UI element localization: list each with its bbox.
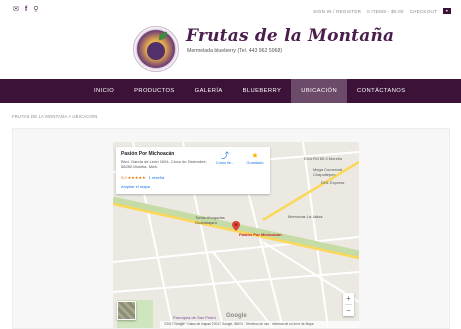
save-label: Guardado: [246, 161, 264, 165]
star-icon: ★: [251, 151, 259, 160]
zoom-controls: + −: [343, 293, 354, 316]
map-label-dhl: DHL Express: [321, 180, 345, 185]
reviews-link[interactable]: 1 reseña: [149, 175, 165, 180]
account-cart-links: SIGN IN / REGISTER 0 ITEMS - $0.00 CHECK…: [313, 8, 451, 14]
cart-summary-link[interactable]: 0 ITEMS - $0.00: [367, 9, 403, 14]
mail-icon[interactable]: ✉: [13, 6, 19, 14]
cart-icon[interactable]: ▾: [443, 8, 451, 14]
nav-item-inicio[interactable]: INICIO: [84, 79, 124, 103]
map-label-mega: Mega Comercial Chapultepec: [313, 167, 343, 177]
google-logo: Google: [226, 313, 247, 319]
zoom-out-button[interactable]: −: [343, 305, 354, 316]
brand-logo[interactable]: [133, 26, 179, 72]
nav-item-galeria[interactable]: GALERÍA: [185, 79, 233, 103]
main-navigation: INICIO PRODUCTOS GALERÍA BLUEBERRY UBICA…: [0, 79, 461, 103]
directions-label: Cómo lle...: [215, 161, 235, 165]
map-label-pin: Pasión Por Michoacán: [239, 232, 282, 237]
place-rating: 5,0 ★★★★★ 1 reseña: [121, 175, 164, 180]
zoom-in-button[interactable]: +: [343, 293, 354, 304]
brand-header: Frutas de la Montaña Mermelada blueberry…: [130, 22, 394, 77]
map-label-memorias: Memorias La Jalisa: [288, 214, 323, 219]
larger-map-link[interactable]: Ampliar el mapa: [121, 184, 150, 189]
nav-items: INICIO PRODUCTOS GALERÍA BLUEBERRY UBICA…: [84, 79, 415, 103]
search-icon[interactable]: ⚲: [33, 6, 38, 14]
map-label-exa: EXA FM 89.3 Morelia: [304, 156, 342, 161]
sign-in-register-link[interactable]: SIGN IN / REGISTER: [313, 9, 361, 14]
leaf-icon: [157, 31, 169, 41]
breadcrumb: FRUTAS DE LA MONTAÑA > UBICACIÓN: [12, 114, 98, 119]
nav-item-productos[interactable]: PRODUCTOS: [124, 79, 185, 103]
checkout-link[interactable]: CHECKOUT: [410, 9, 437, 14]
rating-stars: 5,0 ★★★★★: [121, 175, 146, 180]
satellite-toggle[interactable]: [117, 301, 136, 320]
place-info-card: Pasión Por Michoacán Blvd. García de Leó…: [116, 147, 270, 194]
top-bar: ✉ f ⚲ SIGN IN / REGISTER 0 ITEMS - $0.00…: [0, 0, 461, 22]
place-address: Blvd. García de León 1694, Cinco de Dici…: [121, 159, 207, 169]
nav-item-ubicacion[interactable]: UBICACIÓN: [291, 79, 348, 103]
nav-item-blueberry[interactable]: BLUEBERRY: [233, 79, 292, 103]
map-pin-icon[interactable]: [232, 218, 240, 231]
social-icons: ✉ f ⚲: [13, 6, 38, 14]
blueberry-icon: [147, 42, 165, 60]
site-title[interactable]: Frutas de la Montaña: [186, 26, 394, 46]
place-name: Pasión Por Michoacán: [121, 151, 175, 157]
nav-item-contactanos[interactable]: CONTÁCTANOS: [347, 79, 415, 103]
directions-button[interactable]: ⤴ Cómo lle...: [212, 151, 238, 171]
directions-icon: ⤴: [221, 151, 229, 160]
save-button[interactable]: ★ Guardado: [242, 151, 268, 171]
site-subtitle: Mermelada blueberry (Tel. 443 962 5968): [187, 48, 283, 54]
facebook-icon[interactable]: f: [25, 6, 27, 14]
map-attribution: ©2017 Google · Datos de mapas ©2017 Goog…: [160, 321, 359, 328]
